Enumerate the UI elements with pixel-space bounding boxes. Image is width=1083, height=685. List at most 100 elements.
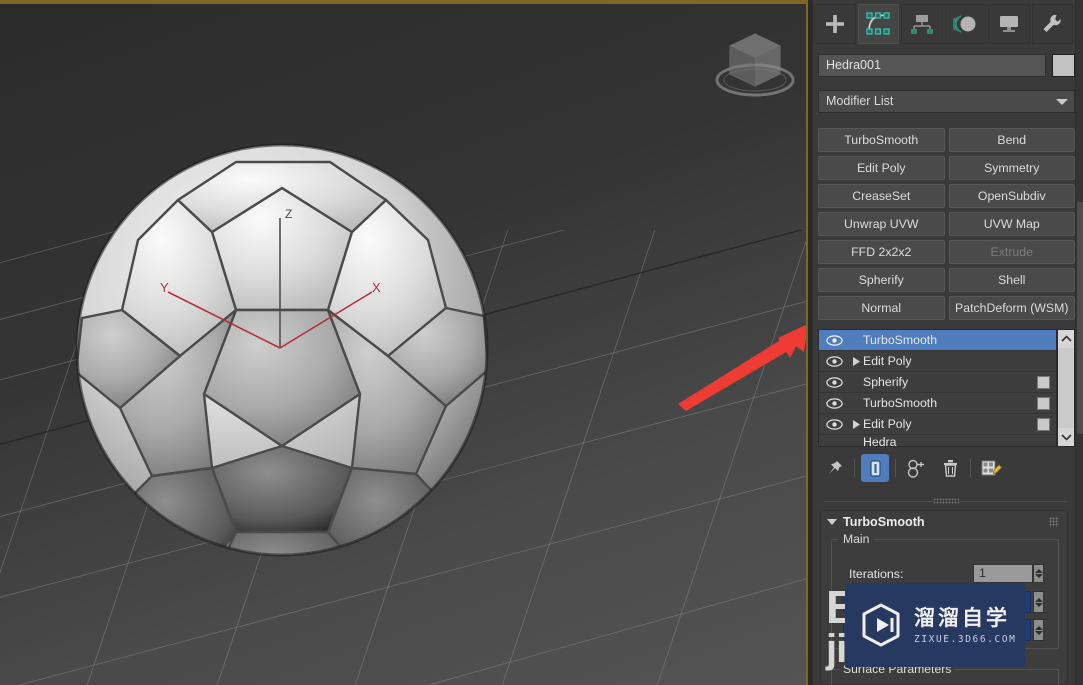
- modifier-button[interactable]: Symmetry: [948, 156, 1075, 180]
- scroll-up-button[interactable]: [1058, 330, 1074, 348]
- axis-tripod-gizmo: Z X Y: [160, 207, 381, 349]
- modifier-button[interactable]: Shell: [948, 268, 1075, 292]
- spinner-up-icon[interactable]: [1034, 597, 1043, 602]
- make-unique-icon[interactable]: [902, 454, 930, 482]
- modifier-button[interactable]: PatchDeform (WSM): [948, 296, 1075, 320]
- display-tab[interactable]: [988, 4, 1030, 44]
- object-color-swatch[interactable]: [1052, 54, 1075, 77]
- stack-item-label: TurboSmooth: [863, 396, 938, 410]
- modifier-stack-list[interactable]: TurboSmooth Edit Poly Spherify TurboSmoo…: [818, 329, 1057, 447]
- watermark-en-text: ZIXUE.3D66.COM: [914, 633, 1017, 645]
- expand-arrow-icon[interactable]: [849, 356, 863, 366]
- modifier-button[interactable]: Normal: [818, 296, 945, 320]
- stack-item-checkbox[interactable]: [1037, 417, 1050, 431]
- stack-scroll-track[interactable]: [1058, 348, 1074, 428]
- modifier-button[interactable]: Unwrap UVW: [818, 212, 945, 236]
- spinner-up-icon[interactable]: [1034, 625, 1043, 630]
- viewport-active-border-top: [0, 0, 812, 4]
- iterations-label: Iterations:: [849, 567, 904, 581]
- annotation-arrow: [678, 324, 808, 411]
- watermark-cn-text: 溜溜自学: [914, 605, 1010, 630]
- modifier-list-dropdown[interactable]: Modifier List: [818, 90, 1075, 113]
- modify-tab[interactable]: [857, 4, 899, 44]
- modifier-button[interactable]: CreaseSet: [818, 184, 945, 208]
- motion-icon: [953, 15, 976, 33]
- modifier-button: Extrude: [948, 240, 1075, 264]
- stack-item-label: Spherify: [863, 375, 909, 389]
- toolbar-separator: [970, 459, 971, 477]
- utilities-tab[interactable]: [1031, 4, 1073, 44]
- command-panel-scroll-thumb[interactable]: [1077, 202, 1083, 434]
- modifier-button[interactable]: OpenSubdiv: [948, 184, 1075, 208]
- modifier-button[interactable]: Edit Poly: [818, 156, 945, 180]
- eye-icon[interactable]: [819, 418, 849, 430]
- modifier-stack-toolbar: [820, 452, 1070, 484]
- modifier-stack-scrollbar[interactable]: [1057, 329, 1075, 447]
- eye-icon[interactable]: [819, 355, 849, 367]
- modifier-button-set: TurboSmooth Bend Edit Poly Symmetry Crea…: [818, 128, 1075, 320]
- stack-item[interactable]: Edit Poly: [819, 351, 1056, 372]
- view-cube[interactable]: [706, 18, 804, 118]
- stack-item-label: Hedra: [863, 435, 897, 447]
- create-tab[interactable]: [814, 4, 856, 44]
- axis-label-x: X: [372, 280, 381, 295]
- show-end-result-icon[interactable]: [861, 454, 889, 482]
- modifier-button[interactable]: UVW Map: [948, 212, 1075, 236]
- plus-icon: [825, 15, 844, 33]
- pin-stack-icon[interactable]: [820, 454, 848, 482]
- toolbar-separator: [895, 459, 896, 477]
- display-icon: [999, 16, 1018, 32]
- eye-icon[interactable]: [819, 397, 849, 409]
- play-logo-icon: [862, 603, 900, 647]
- chevron-down-icon: [1056, 99, 1068, 105]
- wrench-icon: [1043, 14, 1061, 32]
- iterations-input[interactable]: 1: [973, 564, 1033, 583]
- modifier-button[interactable]: TurboSmooth: [818, 128, 945, 152]
- eye-icon[interactable]: [819, 334, 849, 346]
- stack-item-label: TurboSmooth: [863, 333, 938, 347]
- rollout-toggle-icon[interactable]: [827, 519, 837, 525]
- spinner-down-icon[interactable]: [1034, 630, 1043, 635]
- remove-modifier-icon[interactable]: [936, 454, 964, 482]
- eye-icon[interactable]: [819, 376, 849, 388]
- app-root: Z X Y Hedra001 Modifier List TurboSmooth…: [0, 0, 1083, 685]
- watermark-text: 溜溜自学 ZIXUE.3D66.COM: [914, 606, 1016, 645]
- watermark-overlay: 溜溜自学 ZIXUE.3D66.COM: [845, 583, 1025, 667]
- modifier-button[interactable]: FFD 2x2x2: [818, 240, 945, 264]
- rollout-drag-handle[interactable]: [824, 497, 1067, 505]
- command-panel-scrollbar[interactable]: [1075, 0, 1083, 685]
- stack-item[interactable]: Hedra: [819, 435, 1056, 447]
- viewport-perspective[interactable]: Z X Y: [0, 0, 812, 685]
- configure-modifier-sets-icon[interactable]: [977, 454, 1005, 482]
- modifier-list-label: Modifier List: [826, 94, 894, 108]
- stack-item[interactable]: TurboSmooth: [819, 330, 1056, 351]
- toolbar-separator: [854, 459, 855, 477]
- iterations-spinner[interactable]: [1033, 564, 1044, 583]
- stack-item[interactable]: TurboSmooth: [819, 393, 1056, 414]
- object-name-input[interactable]: Hedra001: [818, 54, 1046, 77]
- expand-arrow-icon[interactable]: [849, 419, 863, 429]
- spinner-up-icon[interactable]: [1034, 569, 1043, 573]
- stack-item-checkbox[interactable]: [1037, 396, 1050, 410]
- stack-item[interactable]: Edit Poly: [819, 414, 1056, 435]
- command-panel-tabs: [814, 4, 1073, 44]
- scroll-down-button[interactable]: [1058, 428, 1074, 446]
- drag-dots-icon: [932, 498, 959, 504]
- modifier-button[interactable]: Bend: [948, 128, 1075, 152]
- axis-label-y: Y: [160, 280, 169, 295]
- main-group-label: Main: [839, 532, 874, 546]
- rollout-grip-icon: [1049, 517, 1059, 527]
- spinner-down-icon[interactable]: [1034, 574, 1043, 578]
- stack-item-checkbox[interactable]: [1037, 375, 1050, 389]
- motion-tab[interactable]: [944, 4, 986, 44]
- axis-label-z: Z: [285, 207, 292, 221]
- hierarchy-tab[interactable]: [901, 4, 943, 44]
- modifier-button[interactable]: Spherify: [818, 268, 945, 292]
- rollout-title: TurboSmooth: [843, 515, 925, 529]
- render-iterations-spinner[interactable]: [1033, 591, 1044, 613]
- spinner-down-icon[interactable]: [1034, 602, 1043, 607]
- render-smoothness-spinner[interactable]: [1033, 619, 1044, 641]
- rollout-header[interactable]: TurboSmooth: [821, 511, 1067, 533]
- hierarchy-icon: [910, 15, 933, 34]
- stack-item[interactable]: Spherify: [819, 372, 1056, 393]
